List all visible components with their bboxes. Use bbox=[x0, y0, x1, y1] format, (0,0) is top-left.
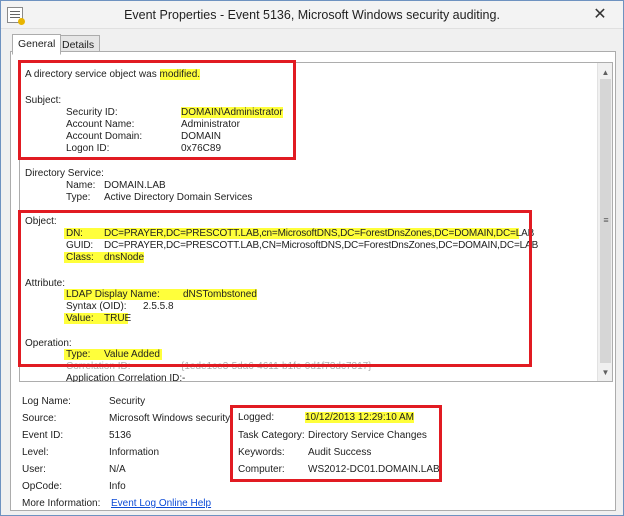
close-icon[interactable]: ✕ bbox=[589, 5, 611, 25]
event-id-value: 5136 bbox=[109, 430, 132, 441]
intro-text: A directory service object was bbox=[25, 69, 160, 80]
tab-general[interactable]: General bbox=[12, 34, 62, 55]
description-scrollbar[interactable]: ▲ ≡ ▼ bbox=[597, 63, 612, 381]
source-value: Microsoft Windows security bbox=[109, 413, 231, 424]
logon-id-value: 0x76C89 bbox=[181, 143, 222, 154]
opcode-label: OpCode: bbox=[22, 481, 63, 492]
object-dn-row: DN: DC=PRAYER,DC=PRESCOTT.LAB,cn=Microsof… bbox=[64, 228, 534, 239]
ldap-label: LDAP Display Name: bbox=[66, 289, 160, 300]
ds-type-label: Type: bbox=[66, 192, 91, 203]
scroll-up-icon[interactable]: ▲ bbox=[598, 65, 613, 80]
dn-label: DN: bbox=[66, 228, 83, 239]
class-label: Class: bbox=[66, 252, 94, 263]
intro-highlight: modified. bbox=[159, 69, 201, 80]
guid-label: GUID: bbox=[66, 240, 94, 251]
operation-type-label: Type: bbox=[66, 349, 91, 360]
object-class-row: Class: dnsNode bbox=[64, 252, 144, 263]
syntax-label: Syntax (OID): bbox=[66, 301, 127, 312]
logged-value: 10/12/2013 12:29:10 AM bbox=[305, 412, 414, 423]
class-value: dnsNode bbox=[104, 252, 145, 263]
computer-label: Computer: bbox=[238, 464, 285, 475]
event-log-online-help-link[interactable]: Event Log Online Help bbox=[111, 498, 211, 509]
ds-name-label: Name: bbox=[66, 180, 96, 191]
value-value: TRUE bbox=[104, 313, 132, 324]
computer-value: WS2012-DC01.DOMAIN.LAB bbox=[308, 464, 440, 475]
account-name-label: Account Name: bbox=[66, 119, 135, 130]
level-value: Information bbox=[109, 447, 160, 458]
window-title: Event Properties - Event 5136, Microsoft… bbox=[124, 8, 500, 22]
app-correlation-id-value: - bbox=[182, 373, 186, 382]
task-category-value: Directory Service Changes bbox=[308, 430, 427, 441]
opcode-value: Info bbox=[109, 481, 126, 492]
app-correlation-id-label: Application Correlation ID: bbox=[66, 373, 183, 382]
value-label: Value: bbox=[66, 313, 94, 324]
event-id-label: Event ID: bbox=[22, 430, 64, 441]
account-name-value: Administrator bbox=[181, 119, 240, 130]
ds-name-value: DOMAIN.LAB bbox=[104, 180, 166, 191]
scroll-down-icon[interactable]: ▼ bbox=[598, 365, 613, 380]
ldap-display-name-row: LDAP Display Name: dNSTombstoned bbox=[64, 289, 257, 300]
description-intro: A directory service object was modified. bbox=[25, 69, 201, 80]
guid-value: DC=PRAYER,DC=PRESCOTT.LAB,CN=MicrosoftDN… bbox=[104, 240, 539, 251]
ldap-value: dNSTombstoned bbox=[183, 289, 257, 300]
operation-type-value: Value Added bbox=[104, 349, 160, 360]
user-value: N/A bbox=[109, 464, 126, 475]
level-label: Level: bbox=[22, 447, 49, 458]
correlation-id-label: Correlation ID: bbox=[66, 361, 131, 372]
attribute-heading: Attribute: bbox=[25, 278, 66, 289]
security-id-value: DOMAIN\Administrator bbox=[181, 107, 283, 118]
attribute-value-row: Value: TRUE bbox=[64, 313, 132, 324]
security-id-label: Security ID: bbox=[66, 107, 118, 118]
logged-label: Logged: bbox=[238, 412, 275, 423]
logon-id-label: Logon ID: bbox=[66, 143, 110, 154]
operation-type-row: Type: Value Added bbox=[64, 349, 162, 360]
ds-type-value: Active Directory Domain Services bbox=[104, 192, 253, 203]
title-bar[interactable]: Event Properties - Event 5136, Microsoft… bbox=[1, 1, 623, 29]
syntax-value: 2.5.5.8 bbox=[143, 301, 174, 312]
log-name-value: Security bbox=[109, 396, 146, 407]
source-label: Source: bbox=[22, 413, 57, 424]
task-category-label: Task Category: bbox=[238, 430, 305, 441]
dn-value: DC=PRAYER,DC=PRESCOTT.LAB,cn=MicrosoftDN… bbox=[104, 228, 535, 239]
correlation-id-value: {1ede1ce3-5da6-4611-b1fe-0d1f73dc7317} bbox=[181, 361, 372, 372]
scroll-grip-icon: ≡ bbox=[603, 215, 609, 225]
subject-heading: Subject: bbox=[25, 95, 62, 106]
keywords-label: Keywords: bbox=[238, 447, 285, 458]
directory-service-heading: Directory Service: bbox=[25, 168, 104, 179]
log-name-label: Log Name: bbox=[22, 396, 71, 407]
object-heading: Object: bbox=[25, 216, 57, 227]
account-domain-label: Account Domain: bbox=[66, 131, 143, 142]
event-properties-window: Event Properties - Event 5136, Microsoft… bbox=[0, 0, 624, 516]
account-domain-value: DOMAIN bbox=[181, 131, 221, 142]
operation-heading: Operation: bbox=[25, 338, 72, 349]
more-info-label: More Information: bbox=[22, 498, 101, 509]
keywords-value: Audit Success bbox=[308, 447, 372, 458]
user-label: User: bbox=[22, 464, 46, 475]
